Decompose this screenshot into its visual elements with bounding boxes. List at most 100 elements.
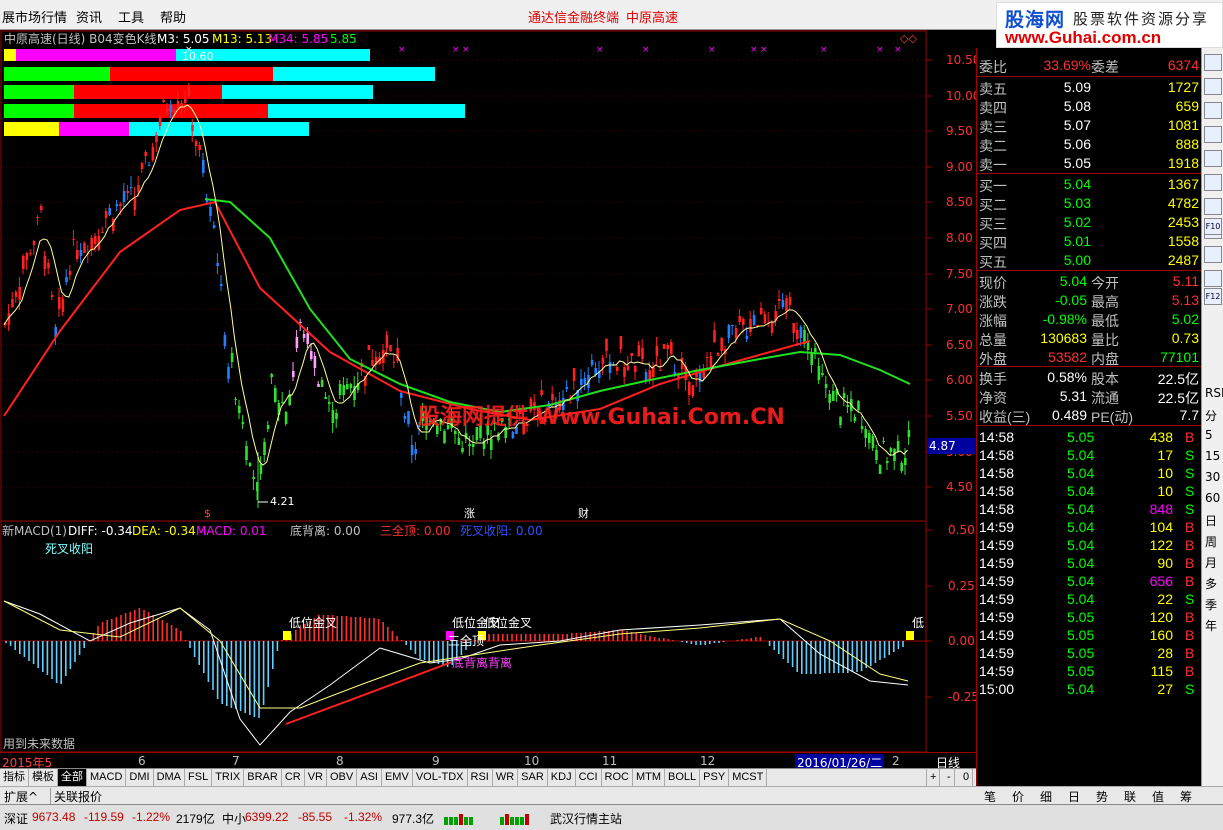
period-shortcut[interactable]: 60 — [1205, 491, 1220, 505]
tab-mtm[interactable]: MTM — [633, 769, 666, 786]
related-quotes-button[interactable]: 关联报价 — [50, 788, 102, 805]
tab-fsl[interactable]: FSL — [185, 769, 213, 786]
tab-asi[interactable]: ASI — [357, 769, 382, 786]
tick-side: B — [1185, 537, 1195, 553]
period-shortcut[interactable]: 年 — [1205, 617, 1217, 634]
tick-price: 5.04 — [1067, 501, 1095, 517]
candle-body — [814, 348, 817, 352]
tab-indicator[interactable]: 指标 — [0, 769, 29, 786]
candle-body — [878, 465, 882, 474]
candle-body — [648, 370, 651, 380]
candle-body — [626, 366, 630, 370]
tab-trix[interactable]: TRIX — [212, 769, 245, 786]
date-label-6: 11 — [602, 754, 618, 768]
tab-sar[interactable]: SAR — [518, 769, 548, 786]
toolbar-chart-icon[interactable] — [1204, 198, 1222, 215]
period-shortcut[interactable]: 5 — [1205, 428, 1213, 442]
candle-body — [176, 101, 180, 108]
bottom-tab[interactable]: 筹 — [1180, 788, 1192, 805]
toolbar-chart-icon[interactable] — [1204, 150, 1222, 167]
tab-obv[interactable]: OBV — [327, 769, 358, 786]
tab-kdj[interactable]: KDJ — [548, 769, 576, 786]
tick-volume: 120 — [1149, 609, 1173, 625]
menu-tools[interactable]: 工具 — [118, 7, 144, 26]
tab-dma[interactable]: DMA — [154, 769, 186, 786]
tick-price: 5.05 — [1067, 429, 1095, 445]
candle-body — [644, 372, 648, 380]
bottom-tab[interactable]: 势 — [1096, 788, 1108, 805]
candle-body — [608, 362, 612, 373]
tab-macd[interactable]: MACD — [87, 769, 127, 786]
candle-body — [130, 187, 133, 188]
logo-url: www.Guhai.com.cn — [1005, 28, 1162, 47]
period-shortcut[interactable]: 日 — [1205, 512, 1217, 529]
tab-roc[interactable]: ROC — [602, 769, 633, 786]
period-shortcut[interactable]: 多 — [1205, 575, 1217, 592]
period-shortcut[interactable]: 季 — [1205, 596, 1217, 613]
period-shortcut[interactable]: RSI — [1205, 386, 1223, 400]
tab-cci[interactable]: CCI — [576, 769, 602, 786]
bottom-tab[interactable]: 细 — [1040, 788, 1052, 805]
server-name[interactable]: 武汉行情主站 — [550, 810, 622, 827]
tab-rsi[interactable]: RSI — [468, 769, 493, 786]
tab-psy[interactable]: PSY — [700, 769, 730, 786]
bottom-tab[interactable]: 日 — [1068, 788, 1080, 805]
menu-app[interactable]: 展市场行情 — [2, 7, 67, 26]
period-shortcut[interactable]: 分 — [1205, 407, 1217, 424]
kline-chart[interactable]: 10.50 10.00 9.50 9.00 8.50 8.00 7.50 7.00 6.50 6.… — [0, 30, 976, 766]
tick-side: B — [1185, 573, 1195, 589]
toolbar-chart-icon[interactable] — [1204, 174, 1222, 191]
zoom-reset-button[interactable]: 0 — [960, 769, 974, 786]
candle-body — [472, 444, 475, 447]
f10-icon[interactable]: F10 — [1204, 218, 1222, 235]
ind-bar-2a — [4, 67, 110, 81]
candle-body — [551, 394, 554, 400]
period-shortcut[interactable]: 月 — [1205, 554, 1217, 571]
candle-body — [688, 382, 691, 395]
quote-panel: 委比 33.69% 委差 6374 卖五 5.09 1727 卖四 5.08 659 卖三 5… — [976, 48, 1202, 788]
toolbar-chart-icon[interactable] — [1204, 270, 1222, 287]
ytick-label: 6.50 — [946, 338, 973, 352]
tab-boll[interactable]: BOLL — [665, 769, 701, 786]
sell-level-label: 卖一 — [979, 157, 1007, 173]
tab-emv[interactable]: EMV — [382, 769, 413, 786]
period-shortcut[interactable]: 15 — [1205, 449, 1220, 463]
stat-row: 外盘 53582 内盘 77101 — [977, 348, 1202, 367]
sell-price: 5.06 — [1063, 136, 1091, 152]
bottom-tab[interactable]: 笔 — [984, 788, 996, 805]
f12-icon[interactable]: F12 — [1204, 288, 1222, 305]
zoom-plus-button[interactable]: + — [926, 769, 941, 786]
tab-cr[interactable]: CR — [282, 769, 305, 786]
tab-dmi[interactable]: DMI — [126, 769, 154, 786]
bottom-tab[interactable]: 价 — [1012, 788, 1024, 805]
menu-help[interactable]: 帮助 — [160, 7, 186, 26]
menu-info[interactable]: 资讯 — [76, 7, 102, 26]
tab-vol-tdx[interactable]: VOL-TDX — [413, 769, 468, 786]
toolbar-chart-icon[interactable] — [1204, 102, 1222, 119]
toolbar-chart-icon[interactable] — [1204, 54, 1222, 71]
tick-time: 14:59 — [979, 627, 1015, 643]
bottom-tab[interactable]: 值 — [1152, 788, 1164, 805]
tick-volume: 10 — [1157, 465, 1173, 481]
candle-body — [209, 207, 212, 216]
zoom-minus-button[interactable]: - — [944, 769, 955, 786]
candle-body — [101, 232, 104, 233]
candle-body — [886, 461, 889, 463]
tab-brar[interactable]: BRAR — [244, 769, 282, 786]
expand-button[interactable]: 扩展^ — [4, 788, 38, 805]
toolbar-chart-icon[interactable] — [1204, 126, 1222, 143]
toolbar-chart-icon[interactable] — [1204, 246, 1222, 263]
bottom-tab[interactable]: 联 — [1124, 788, 1136, 805]
tab-wr[interactable]: WR — [493, 769, 519, 786]
tab-mcst[interactable]: MCST — [729, 769, 768, 786]
candle-body — [320, 380, 324, 387]
label-golden3: 低位金叉 — [484, 615, 532, 630]
period-shortcut[interactable]: 30 — [1205, 470, 1220, 484]
period-shortcut[interactable]: 周 — [1205, 533, 1217, 550]
toolbar-chart-icon[interactable] — [1204, 78, 1222, 95]
label-divergence: 底背离背离 — [452, 655, 512, 670]
tab-all[interactable]: 全部 — [58, 769, 87, 786]
tab-vr[interactable]: VR — [305, 769, 327, 786]
tab-template[interactable]: 模板 — [29, 769, 58, 786]
macd-dea: DEA: -0.34 — [132, 524, 196, 538]
